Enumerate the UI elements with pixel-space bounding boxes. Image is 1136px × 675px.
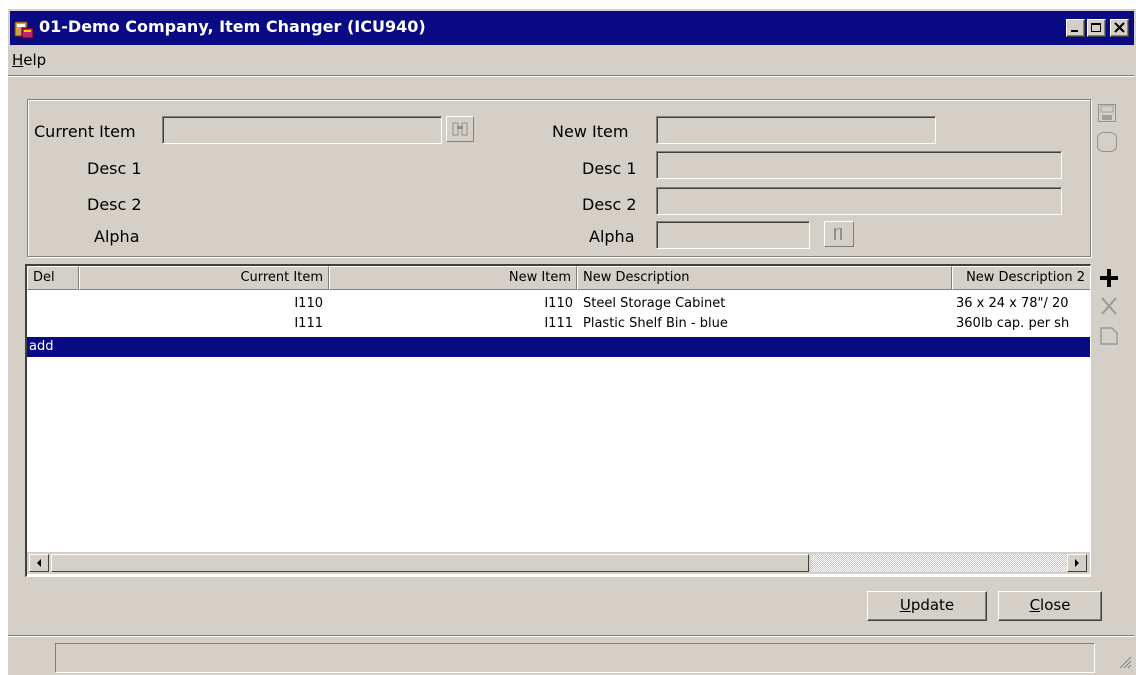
item-changer-window: 01-Demo Company, Item Changer (ICU940) H… [7, 8, 1136, 675]
close-button[interactable]: Close [998, 591, 1102, 621]
cell-new-description-2[interactable]: 36 x 24 x 78"/ 20 [956, 294, 1090, 314]
app-icon [14, 21, 34, 39]
lookup-icon [834, 227, 842, 240]
table-row[interactable]: I111 I111 Plastic Shelf Bin - blue 360lb… [27, 314, 1090, 334]
new-desc1-field[interactable] [656, 151, 1062, 179]
current-item-field[interactable] [162, 116, 442, 144]
column-header-current-item[interactable]: Current Item [79, 266, 329, 290]
scrollbar-thumb[interactable] [51, 554, 809, 572]
new-item-label: New Item [552, 122, 629, 141]
new-alpha-label: Alpha [589, 227, 635, 246]
scrollbar-track[interactable] [811, 554, 1067, 572]
close-window-button[interactable] [1110, 19, 1129, 37]
menu-bar: Help [8, 47, 1134, 73]
current-desc1-label: Desc 1 [87, 159, 142, 178]
close-mnemonic: C [1029, 596, 1041, 614]
update-button[interactable]: Update [867, 591, 987, 621]
close-label: lose [1040, 596, 1071, 614]
items-grid: Del Current Item New Item New Descriptio… [25, 264, 1091, 577]
current-desc2-label: Desc 2 [87, 195, 142, 214]
cell-new-description[interactable]: Steel Storage Cabinet [583, 294, 948, 314]
current-item-label: Current Item [34, 122, 136, 141]
menu-help-mnemonic: H [12, 51, 24, 69]
menu-help[interactable]: Help [12, 51, 46, 69]
column-header-new-description-2[interactable]: New Description 2 [952, 266, 1090, 290]
current-item-lookup-button[interactable] [446, 116, 474, 142]
new-desc2-label: Desc 2 [582, 195, 637, 214]
update-label: pdate [910, 596, 955, 614]
horizontal-scrollbar[interactable] [27, 552, 1090, 574]
title-bar[interactable]: 01-Demo Company, Item Changer (ICU940) [10, 11, 1134, 45]
menu-separator [8, 75, 1134, 77]
window-title: 01-Demo Company, Item Changer (ICU940) [39, 17, 426, 36]
refresh-button[interactable] [1096, 131, 1118, 153]
edit-row-icon [1100, 327, 1118, 345]
cell-current-item[interactable]: I110 [83, 294, 323, 314]
save-icon [1098, 104, 1116, 122]
scroll-right-icon [1075, 559, 1079, 567]
scroll-left-icon [37, 559, 41, 567]
table-row[interactable]: I110 I110 Steel Storage Cabinet 36 x 24 … [27, 294, 1090, 314]
close-icon [1114, 22, 1125, 33]
cell-new-description-2[interactable]: 360lb cap. per sh [956, 314, 1090, 334]
scroll-left-button[interactable] [29, 554, 49, 572]
column-header-new-description[interactable]: New Description [577, 266, 952, 290]
cell-new-item[interactable]: I110 [333, 294, 573, 314]
edit-row-button[interactable] [1098, 325, 1120, 347]
item-form-group: Current Item Desc 1 Desc 2 Alpha New Ite… [27, 99, 1091, 257]
minimize-button[interactable] [1066, 19, 1085, 37]
new-alpha-field[interactable] [656, 221, 810, 249]
cell-current-item[interactable]: I111 [83, 314, 323, 334]
cell-new-item[interactable]: I111 [333, 314, 573, 334]
minimize-icon [1071, 30, 1078, 32]
save-button[interactable] [1096, 102, 1118, 124]
column-header-del[interactable]: Del [27, 266, 79, 290]
status-separator [8, 635, 1134, 637]
new-item-field[interactable] [656, 116, 936, 144]
new-desc2-field[interactable] [656, 187, 1062, 215]
add-row-label[interactable]: add [29, 337, 129, 357]
add-row-icon [1100, 269, 1118, 287]
delete-row-button[interactable] [1098, 295, 1120, 317]
update-mnemonic: U [899, 596, 911, 614]
maximize-icon [1091, 23, 1101, 32]
scroll-right-button[interactable] [1067, 554, 1087, 572]
refresh-icon [1097, 132, 1117, 152]
resize-grip-icon[interactable] [1118, 655, 1132, 669]
cell-new-description[interactable]: Plastic Shelf Bin - blue [583, 314, 948, 334]
new-alpha-lookup-button[interactable] [824, 221, 854, 247]
maximize-button[interactable] [1087, 19, 1106, 37]
column-header-new-item[interactable]: New Item [329, 266, 577, 290]
add-row-button[interactable] [1098, 267, 1120, 289]
current-alpha-label: Alpha [94, 227, 140, 246]
binoculars-icon [452, 122, 468, 136]
new-desc1-label: Desc 1 [582, 159, 637, 178]
grid-header: Del Current Item New Item New Descriptio… [27, 266, 1090, 290]
delete-row-icon [1101, 297, 1117, 315]
add-row[interactable]: add [27, 337, 1090, 357]
menu-help-label: elp [23, 51, 47, 69]
status-bar-panel [55, 643, 1095, 673]
